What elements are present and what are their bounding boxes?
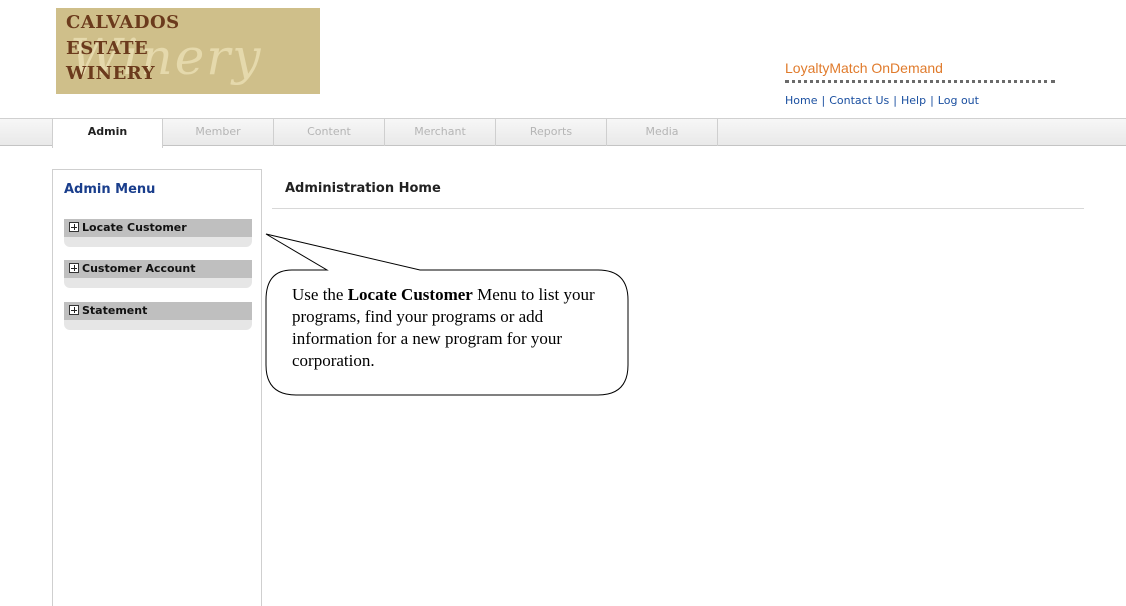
sidebar-title: Admin Menu — [64, 182, 156, 197]
menu-group-footer — [64, 237, 252, 247]
menu-header-label: Locate Customer — [82, 221, 187, 234]
menu-header-label: Customer Account — [82, 262, 196, 275]
menu-group-customer-account: Customer Account — [64, 260, 252, 288]
logo-line-1: CALVADOS — [66, 12, 180, 33]
callout-bold-term: Locate Customer — [347, 285, 473, 304]
log-out-link[interactable]: Log out — [938, 94, 979, 107]
page-title: Administration Home — [285, 181, 441, 196]
plus-icon[interactable] — [69, 263, 79, 273]
menu-header-statement[interactable]: Statement — [64, 302, 252, 320]
link-separator: | — [930, 94, 934, 107]
tab-admin[interactable]: Admin — [52, 119, 163, 148]
page: Winery CALVADOS ESTATE WINERY LoyaltyMat… — [0, 0, 1126, 606]
menu-group-statement: Statement — [64, 302, 252, 330]
help-link[interactable]: Help — [901, 94, 926, 107]
admin-sidebar: Admin Menu Locate Customer Customer Acco… — [52, 169, 262, 606]
plus-icon[interactable] — [69, 222, 79, 232]
top-links: Home | Contact Us | Help | Log out — [785, 94, 979, 107]
callout-prefix: Use the — [292, 285, 348, 304]
home-link[interactable]: Home — [785, 94, 817, 107]
link-separator: | — [893, 94, 897, 107]
tab-content[interactable]: Content — [274, 119, 385, 146]
plus-icon[interactable] — [69, 305, 79, 315]
contact-us-link[interactable]: Contact Us — [829, 94, 889, 107]
tab-member[interactable]: Member — [163, 119, 274, 146]
tab-reports[interactable]: Reports — [496, 119, 607, 146]
winery-logo[interactable]: Winery CALVADOS ESTATE WINERY — [56, 8, 320, 94]
title-divider — [272, 208, 1084, 209]
logo-line-3: WINERY — [66, 63, 156, 84]
logo-line-2: ESTATE — [66, 38, 149, 59]
menu-header-customer-account[interactable]: Customer Account — [64, 260, 252, 278]
brand-title: LoyaltyMatch OnDemand — [785, 60, 943, 76]
callout-text: Use the Locate Customer Menu to list you… — [292, 284, 612, 372]
tab-media[interactable]: Media — [607, 119, 718, 146]
menu-header-locate-customer[interactable]: Locate Customer — [64, 219, 252, 237]
menu-header-label: Statement — [82, 304, 148, 317]
menu-group-footer — [64, 320, 252, 330]
link-separator: | — [821, 94, 826, 107]
tab-merchant[interactable]: Merchant — [385, 119, 496, 146]
main-tab-bar: Admin Member Content Merchant Reports Me… — [0, 118, 1126, 148]
menu-group-locate-customer: Locate Customer — [64, 219, 252, 247]
menu-group-footer — [64, 278, 252, 288]
brand-dotted-divider — [785, 80, 1055, 83]
